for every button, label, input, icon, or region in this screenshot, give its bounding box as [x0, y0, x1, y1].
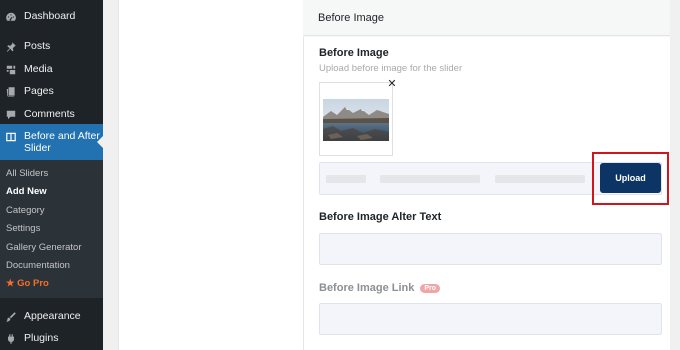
submenu-item-settings[interactable]: Settings: [6, 223, 40, 234]
slider-submenu: All Sliders Add New Category Settings Ga…: [0, 160, 103, 298]
sidebar-item-label: Plugins: [24, 332, 59, 344]
sidebar-item-posts[interactable]: Posts: [0, 40, 103, 54]
blurred-text: [326, 175, 366, 183]
sidebar-item-label: Before and After Slider: [24, 130, 100, 154]
submenu-item-all-sliders[interactable]: All Sliders: [6, 168, 48, 179]
sidebar-item-media[interactable]: Media: [0, 63, 103, 77]
sidebar-item-before-after-slider[interactable]: Before and After Slider: [0, 124, 104, 160]
sidebar-item-label: Pages: [24, 85, 54, 97]
sidebar-item-label: Comments: [24, 108, 75, 120]
preview-image: [323, 99, 389, 141]
submenu-item-category[interactable]: Category: [6, 205, 45, 216]
content-area: [118, 0, 303, 350]
before-image-description: Upload before image for the slider: [319, 63, 463, 74]
before-image-label: Before Image: [319, 47, 389, 59]
blurred-text: [495, 175, 585, 183]
highlight-annotation: [592, 152, 669, 205]
slider-icon: [4, 130, 18, 144]
pin-icon: [4, 40, 18, 54]
panel-body: Before Image Upload before image for the…: [303, 37, 670, 350]
sidebar-item-plugins[interactable]: Plugins: [0, 332, 103, 346]
submenu-item-go-pro[interactable]: ★ Go Pro: [6, 278, 49, 289]
comment-icon: [4, 108, 18, 122]
image-link-label-text: Before Image Link: [319, 282, 415, 294]
alt-text-input[interactable]: [319, 233, 662, 265]
admin-sidebar: Dashboard Posts Media Pages Comments Bef…: [0, 0, 104, 350]
sidebar-item-label: Dashboard: [24, 10, 76, 22]
image-thumbnail[interactable]: [319, 82, 393, 156]
image-link-label: Before Image Link Pro: [319, 282, 441, 294]
paintbrush-icon: [4, 310, 18, 324]
sidebar-item-label: Posts: [24, 40, 51, 52]
pro-badge: Pro: [420, 284, 441, 293]
submenu-item-gallery-generator[interactable]: Gallery Generator: [6, 242, 82, 253]
alt-text-label: Before Image Alter Text: [319, 211, 442, 223]
media-icon: [4, 63, 18, 77]
plugin-icon: [4, 332, 18, 346]
pages-icon: [4, 85, 18, 99]
before-image-panel: Before Image Before Image Upload before …: [303, 0, 670, 350]
sidebar-item-dashboard[interactable]: Dashboard: [0, 10, 103, 24]
sidebar-item-label: Media: [24, 63, 53, 75]
image-link-input[interactable]: [319, 303, 662, 335]
panel-title: Before Image: [318, 12, 385, 24]
submenu-item-add-new[interactable]: Add New: [6, 186, 47, 197]
sidebar-item-label: Appearance: [24, 310, 81, 322]
sidebar-item-pages[interactable]: Pages: [0, 85, 103, 99]
dashboard-icon: [4, 10, 18, 24]
remove-image-icon[interactable]: ✕: [386, 78, 398, 90]
submenu-item-documentation[interactable]: Documentation: [6, 260, 70, 271]
panel-header: Before Image: [303, 0, 670, 36]
sidebar-item-appearance[interactable]: Appearance: [0, 310, 103, 324]
page-edge: [670, 0, 680, 350]
active-indicator: [97, 135, 104, 149]
blurred-text: [380, 175, 480, 183]
sidebar-item-comments[interactable]: Comments: [0, 108, 103, 122]
